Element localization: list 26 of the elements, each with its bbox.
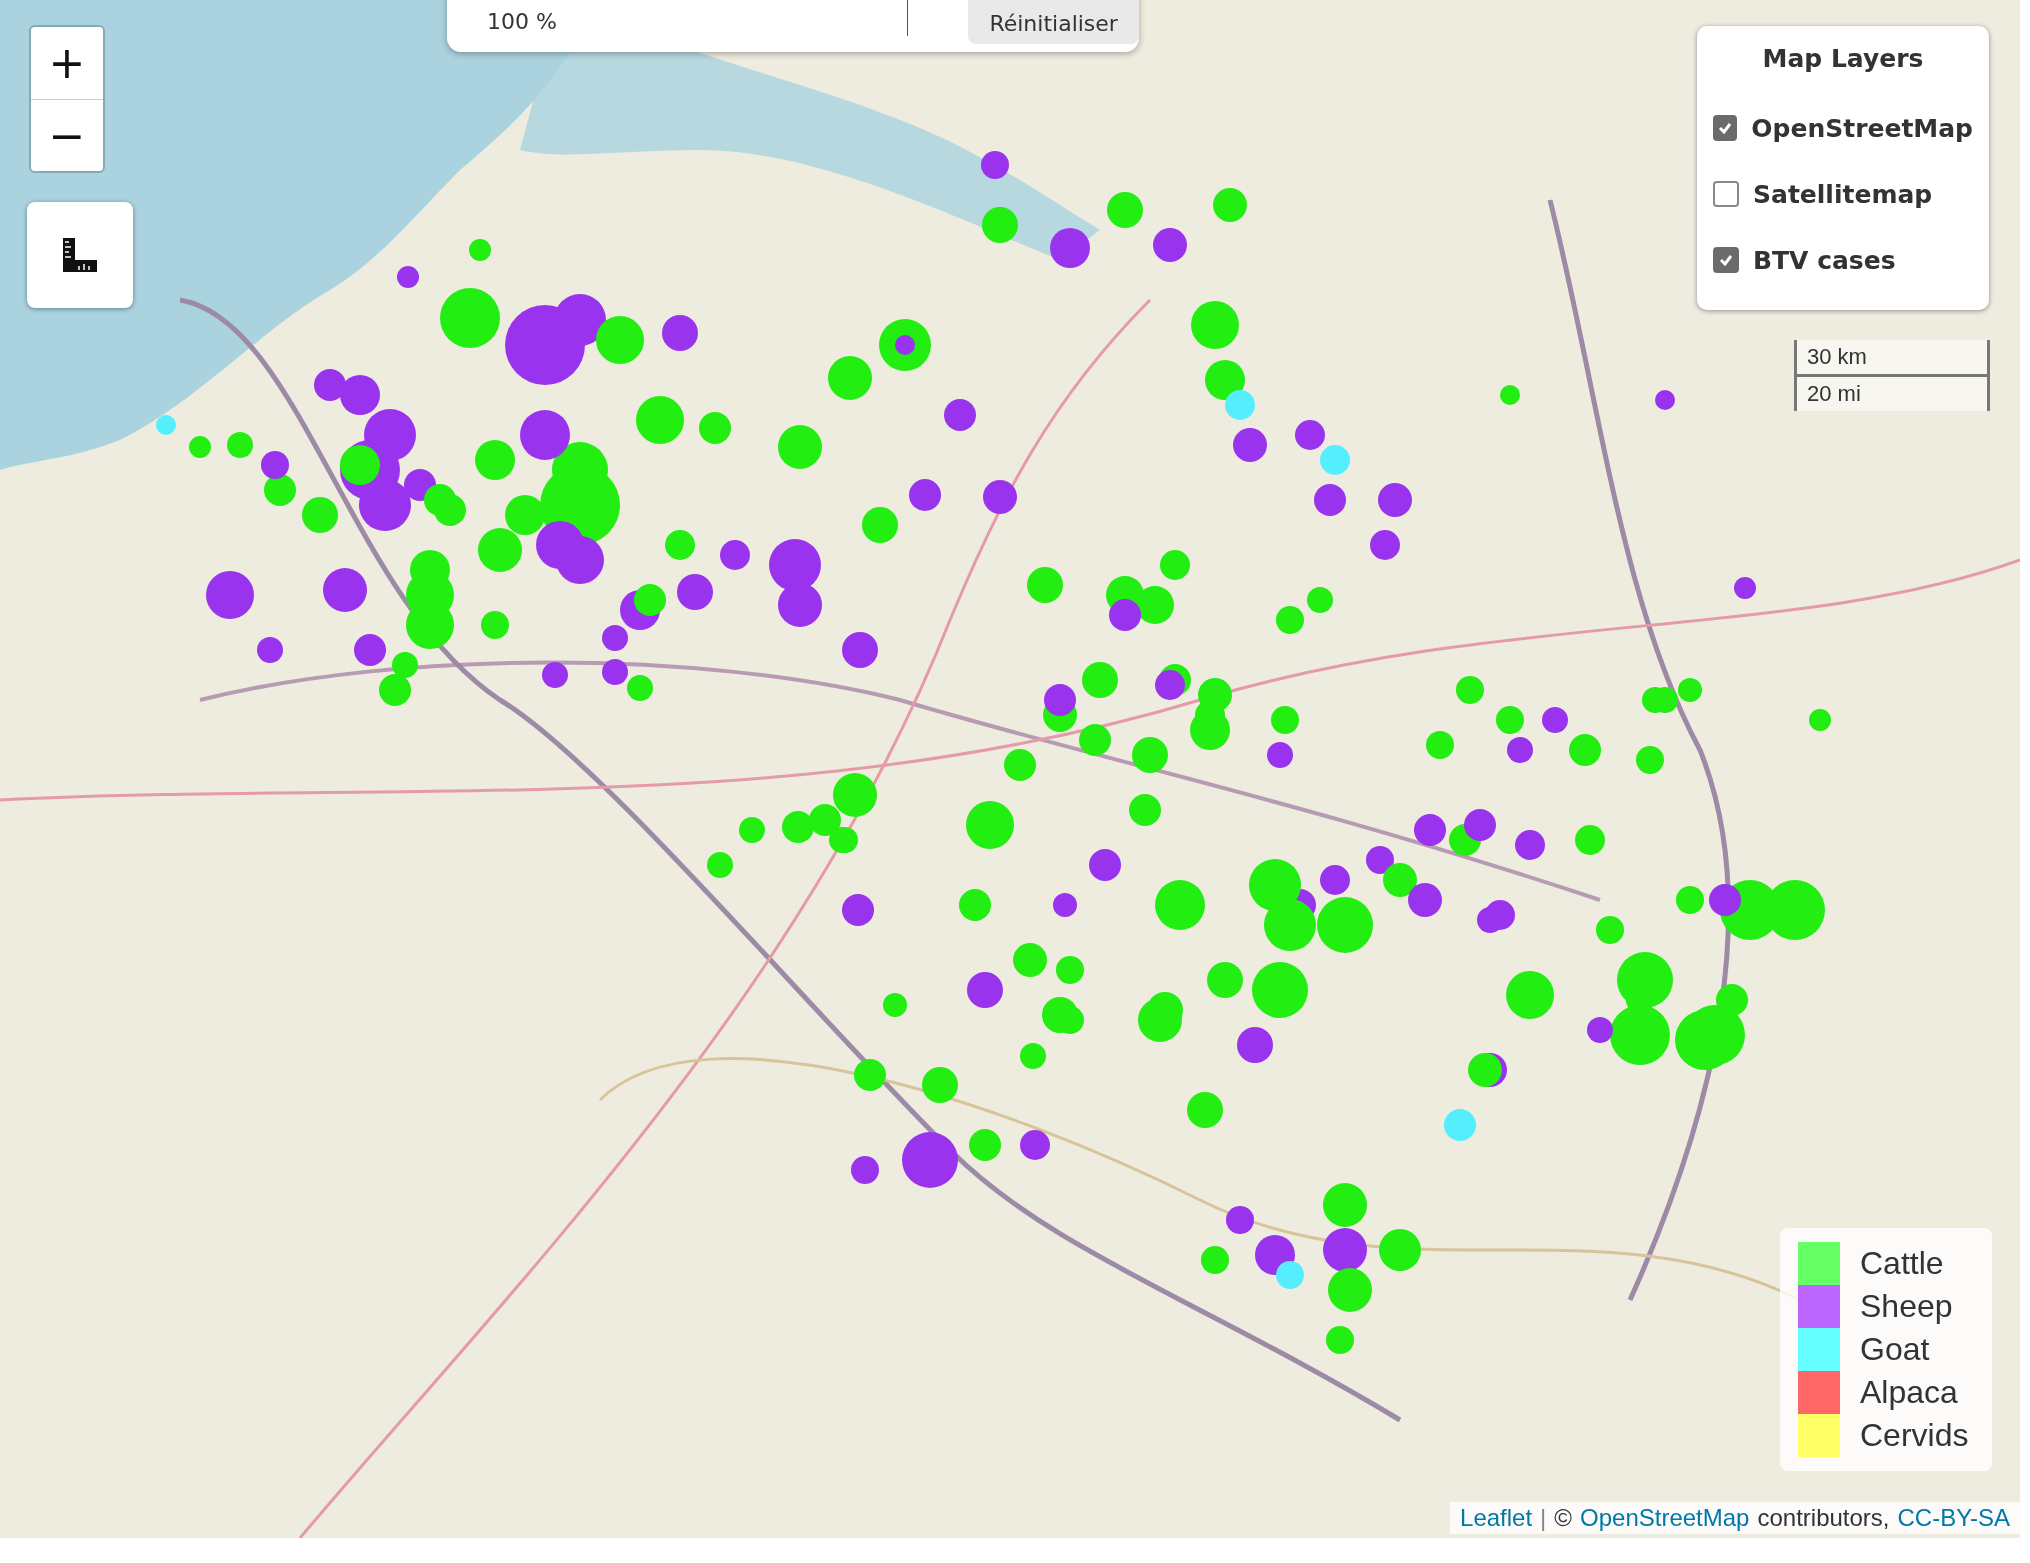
- layer-checkbox[interactable]: [1713, 247, 1739, 273]
- zoom-out-button[interactable]: −: [31, 99, 103, 171]
- legend-label: Alpaca: [1860, 1374, 1958, 1411]
- legend-label: Goat: [1860, 1331, 1930, 1368]
- copyright-sign: ©: [1554, 1504, 1572, 1532]
- reset-button[interactable]: Réinitialiser: [968, 0, 1139, 44]
- attribution-separator: |: [1540, 1504, 1547, 1532]
- ruler-icon: [61, 236, 99, 274]
- attribution-text: contributors,: [1757, 1504, 1890, 1532]
- scale-bar-metric: 30 km: [1794, 340, 1990, 377]
- layer-label: BTV cases: [1753, 245, 1896, 275]
- legend-label: Cervids: [1860, 1417, 1969, 1454]
- license-link[interactable]: CC-BY-SA: [1897, 1504, 2010, 1532]
- leaflet-link[interactable]: Leaflet: [1460, 1504, 1533, 1532]
- measure-button[interactable]: [27, 202, 133, 308]
- zoom-value: 100 %: [487, 9, 557, 35]
- scale-bar-imperial: 20 mi: [1794, 374, 1990, 411]
- legend-label: Cattle: [1860, 1245, 1944, 1282]
- legend-label: Sheep: [1860, 1288, 1953, 1325]
- zoom-in-button[interactable]: +: [31, 27, 103, 99]
- layer-label: Satellitemap: [1753, 179, 1933, 209]
- layer-label: OpenStreetMap: [1751, 113, 1973, 143]
- openstreetmap-link[interactable]: OpenStreetMap: [1580, 1504, 1750, 1532]
- layer-checkbox[interactable]: [1713, 181, 1739, 207]
- layer-checkbox[interactable]: [1713, 115, 1738, 141]
- layers-title: Map Layers: [1761, 44, 1925, 73]
